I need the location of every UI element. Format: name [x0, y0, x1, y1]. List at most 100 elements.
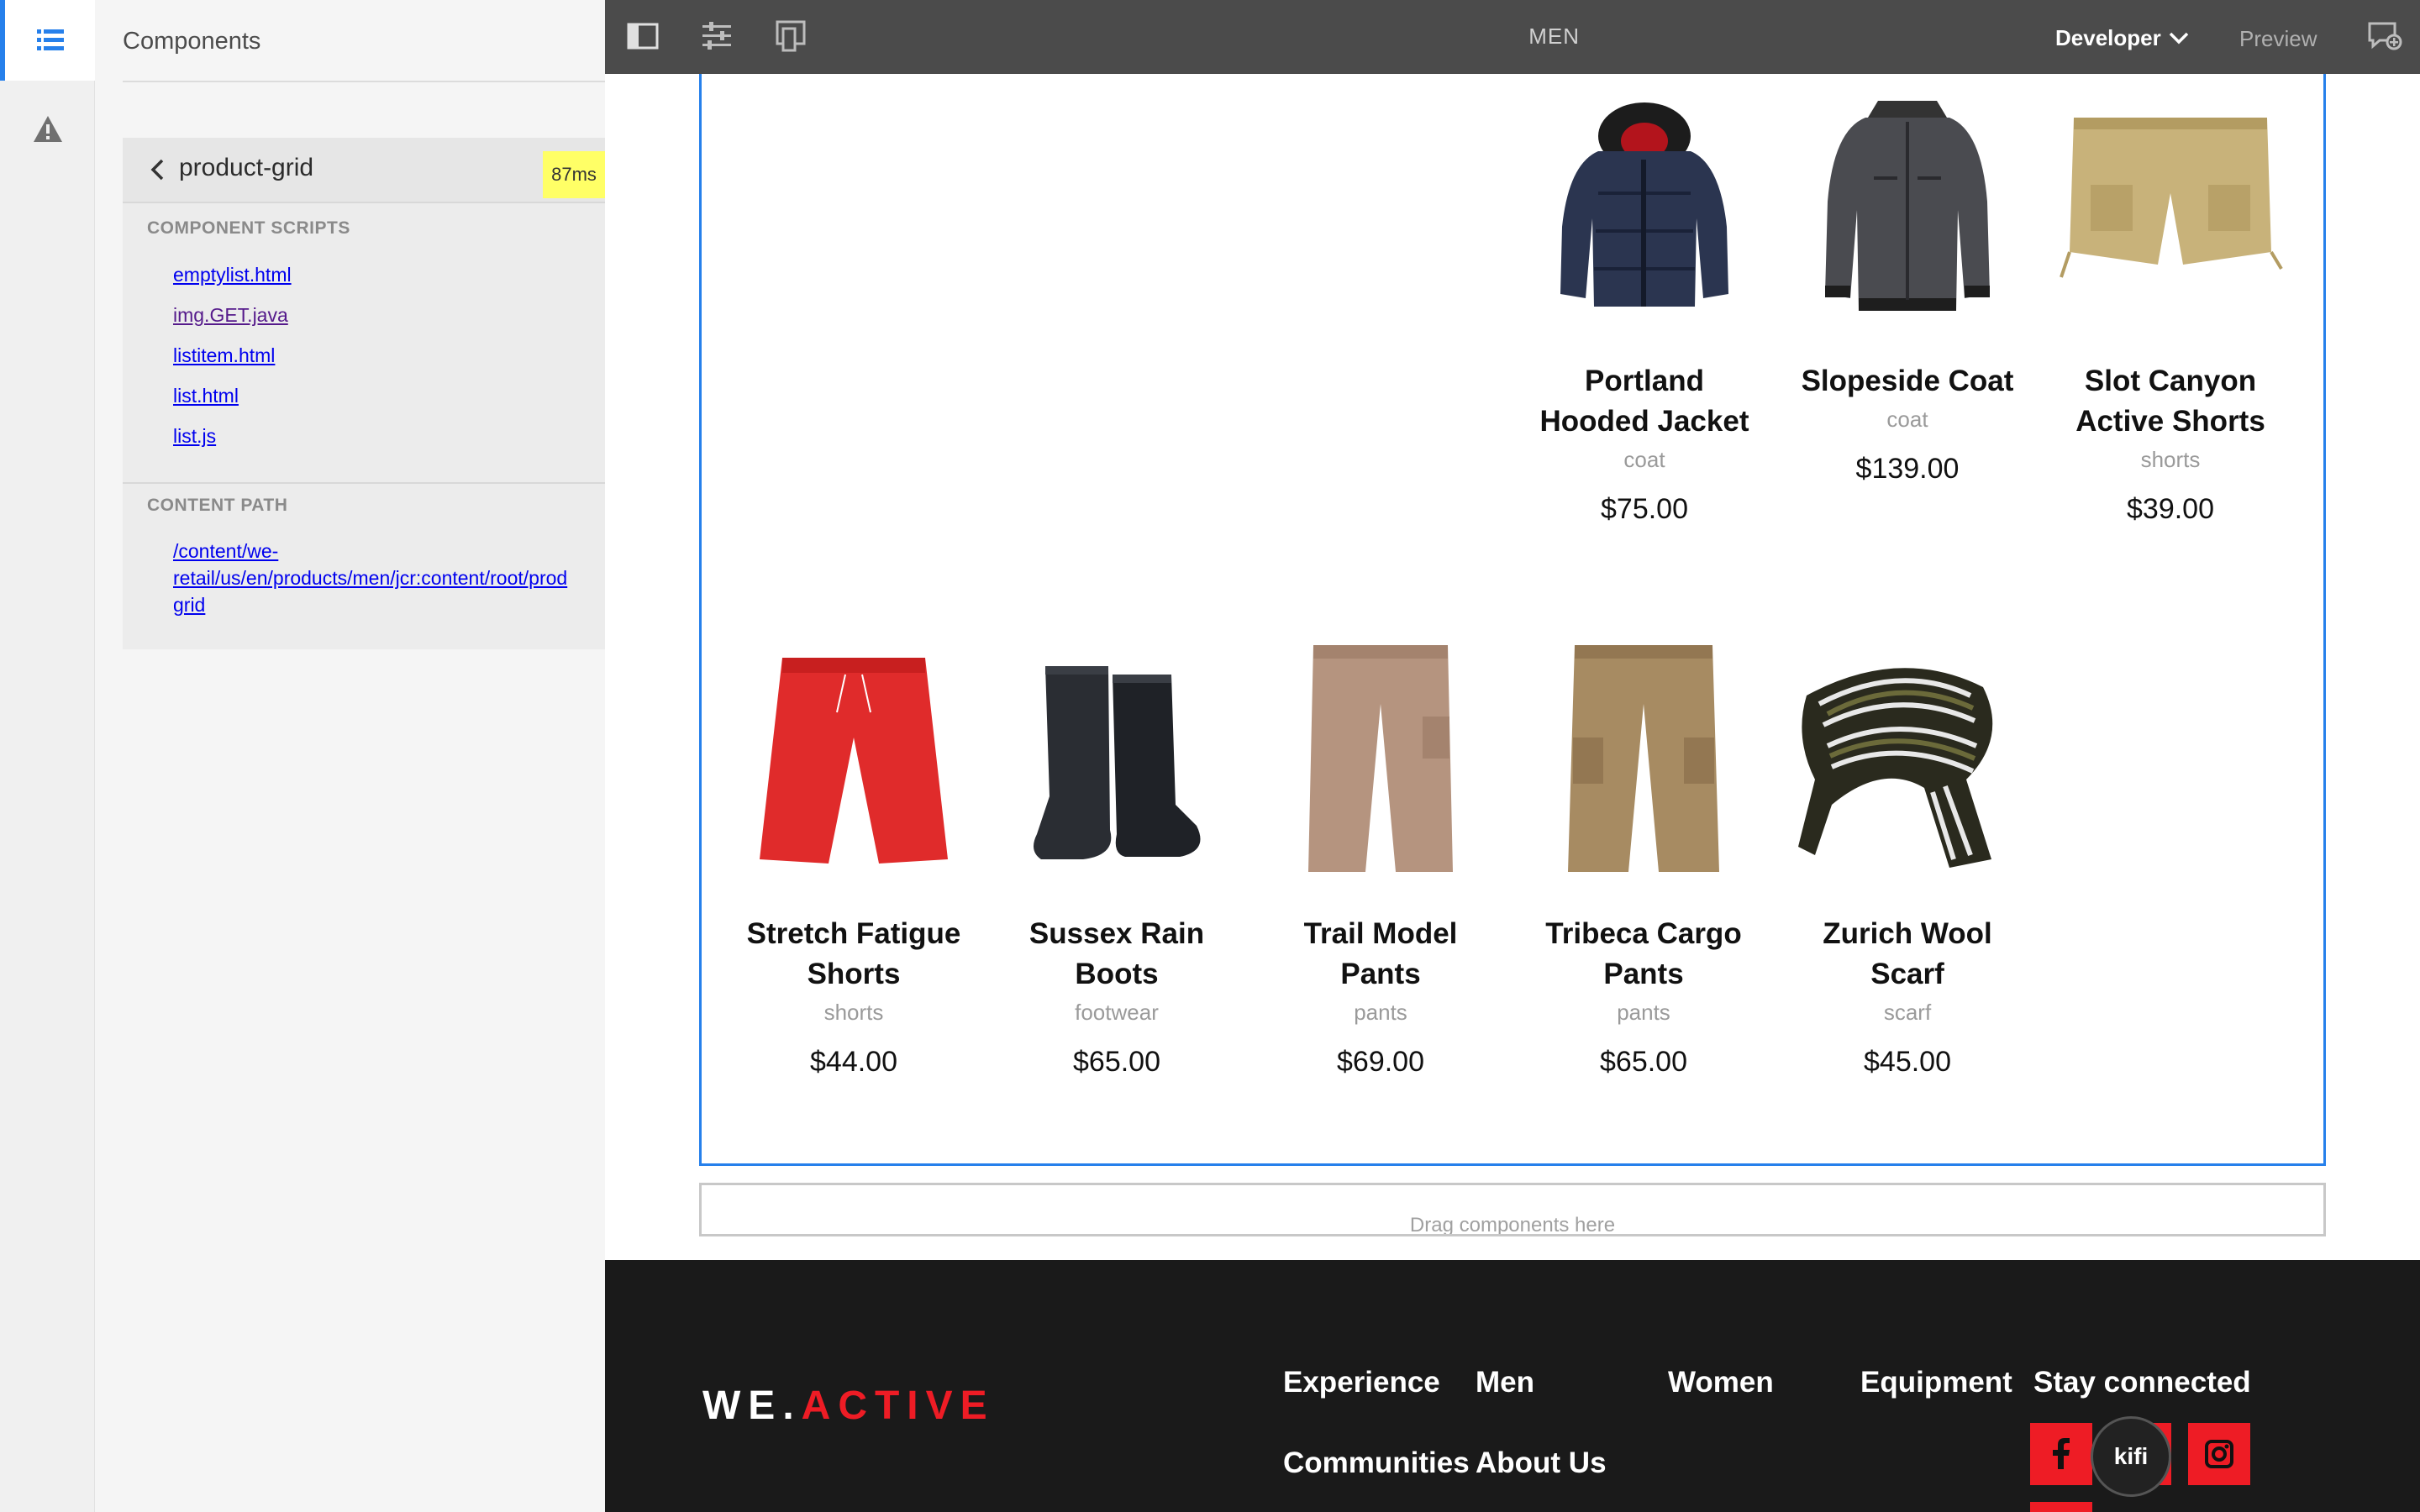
footer-link-experience[interactable]: Experience [1283, 1366, 1440, 1399]
components-panel: Components product-grid 87ms COMPONENT S… [95, 0, 605, 1512]
chevron-left-icon[interactable] [145, 156, 171, 183]
annotations-icon[interactable] [2365, 17, 2403, 55]
product-card[interactable]: Portland Hooded Jacket coat $75.00 [1518, 84, 1770, 526]
stay-connected-heading: Stay connected [2033, 1366, 2251, 1399]
product-name[interactable]: Scarf [1781, 954, 2033, 995]
product-name[interactable]: Tribeca Cargo [1518, 914, 1770, 954]
product-card[interactable]: Zurich Wool Scarf scarf $45.00 [1781, 637, 2033, 1079]
script-link-list-js[interactable]: list.js [173, 425, 216, 448]
product-name[interactable]: Portland [1518, 361, 1770, 402]
product-price: $44.00 [810, 1046, 897, 1078]
kifi-button[interactable]: kifi [2091, 1416, 2171, 1497]
component-scripts-label: COMPONENT SCRIPTS [147, 218, 350, 238]
errors-tab[interactable] [0, 89, 95, 170]
script-link-listitem[interactable]: listitem.html [173, 344, 275, 367]
footer-link-men[interactable]: Men [1476, 1366, 1534, 1399]
product-name[interactable]: Slopeside Coat [1781, 361, 2033, 402]
product-price: $65.00 [1600, 1046, 1687, 1078]
product-name[interactable]: Active Shorts [2044, 402, 2296, 442]
product-image[interactable] [1781, 637, 2033, 880]
preview-button[interactable]: Preview [2239, 26, 2317, 52]
components-tab[interactable] [0, 0, 95, 81]
product-image[interactable] [728, 637, 980, 880]
component-card: product-grid 87ms COMPONENT SCRIPTS empt… [123, 138, 605, 649]
product-type: pants [1354, 1000, 1407, 1025]
instagram-button[interactable] [2188, 1423, 2250, 1485]
product-type: coat [1886, 407, 1928, 432]
drop-zone-label: Drag components here [1409, 1214, 1616, 1236]
product-price: $75.00 [1601, 493, 1688, 525]
script-link-emptylist[interactable]: emptylist.html [173, 264, 292, 286]
script-link-list-html[interactable]: list.html [173, 385, 239, 407]
footer-link-women[interactable]: Women [1668, 1366, 1774, 1399]
product-image[interactable] [991, 637, 1243, 880]
product-card[interactable]: Tribeca Cargo Pants pants $65.00 [1518, 637, 1770, 1079]
product-card[interactable]: Trail Model Pants pants $69.00 [1255, 637, 1507, 1079]
content-path-link[interactable]: /content/we- retail/us/en/products/men/j… [173, 538, 605, 618]
footer-link-communities[interactable]: Communities [1283, 1446, 1470, 1480]
product-image[interactable] [1255, 637, 1507, 880]
logo-accent-text: ACTIVE [801, 1383, 995, 1428]
product-type: shorts [823, 1000, 884, 1025]
script-link-img-get[interactable]: img.GET.java [173, 304, 288, 327]
product-type: footwear [1075, 1000, 1159, 1025]
product-price: $45.00 [1864, 1046, 1951, 1078]
fatigue-shorts-image [760, 658, 948, 864]
component-card-header[interactable]: product-grid 87ms [123, 138, 605, 203]
page-title: MEN [1528, 24, 1580, 49]
panel-title: Components [123, 22, 605, 82]
product-image[interactable] [2044, 84, 2296, 328]
product-image[interactable] [1781, 84, 2033, 328]
product-type: shorts [2140, 447, 2201, 472]
product-price: $139.00 [1855, 453, 1960, 485]
product-name[interactable]: Zurich Wool [1781, 914, 2033, 954]
product-image[interactable] [1518, 637, 1770, 880]
mode-selector[interactable]: Developer [2055, 25, 2161, 51]
content-path-line: grid [173, 594, 206, 616]
editor-toolbar: MEN Developer Preview [605, 0, 2420, 74]
left-rail [0, 0, 95, 1512]
divider [123, 482, 605, 484]
product-card[interactable]: Slot Canyon Active Shorts shorts $39.00 [2044, 84, 2296, 526]
product-name[interactable]: Pants [1255, 954, 1507, 995]
trail-pants-image [1308, 645, 1453, 872]
cargo-pants-image [1568, 645, 1719, 872]
product-price: $69.00 [1337, 1046, 1424, 1078]
product-name[interactable]: Trail Model [1255, 914, 1507, 954]
social-button-partial[interactable] [2030, 1502, 2092, 1512]
product-price: $65.00 [1073, 1046, 1160, 1078]
product-type: scarf [1883, 1000, 1932, 1025]
scarf-image [1798, 668, 1993, 868]
footer-link-about-us[interactable]: About Us [1476, 1446, 1607, 1480]
product-card[interactable]: Sussex Rain Boots footwear $65.00 [991, 637, 1243, 1079]
list-icon [36, 29, 64, 50]
facebook-button[interactable] [2030, 1423, 2092, 1485]
product-name[interactable]: Pants [1518, 954, 1770, 995]
component-name: product-grid [179, 154, 314, 181]
product-type: pants [1617, 1000, 1670, 1025]
product-price: $39.00 [2127, 493, 2214, 525]
product-name[interactable]: Stretch Fatigue [728, 914, 980, 954]
product-name[interactable]: Sussex Rain [991, 914, 1243, 954]
product-image[interactable] [1518, 84, 1770, 328]
product-card[interactable]: Slopeside Coat coat $139.00 [1781, 84, 2033, 486]
product-name[interactable]: Hooded Jacket [1518, 402, 1770, 442]
shorts-image [2060, 118, 2283, 278]
drop-zone[interactable]: Drag components here [699, 1183, 2326, 1236]
facebook-icon [2053, 1438, 2070, 1469]
chevron-down-icon[interactable] [2166, 25, 2191, 50]
timing-badge: 87ms [543, 151, 605, 198]
product-name[interactable]: Shorts [728, 954, 980, 995]
content-path-line: /content/we- [173, 540, 279, 562]
rain-boots-image [1034, 666, 1201, 859]
footer-link-equipment[interactable]: Equipment [1860, 1366, 2012, 1399]
instagram-icon [2205, 1440, 2233, 1468]
product-card[interactable]: Stretch Fatigue Shorts shorts $44.00 [728, 637, 980, 1079]
site-footer: WE.ACTIVE Experience Men Women Equipment… [605, 1260, 2420, 1512]
logo-text: WE. [702, 1383, 802, 1428]
product-name[interactable]: Slot Canyon [2044, 361, 2296, 402]
product-name[interactable]: Boots [991, 954, 1243, 995]
jacket-image [1560, 102, 1728, 307]
content-path-label: CONTENT PATH [147, 496, 288, 515]
brand-logo[interactable]: WE.ACTIVE [702, 1383, 995, 1429]
